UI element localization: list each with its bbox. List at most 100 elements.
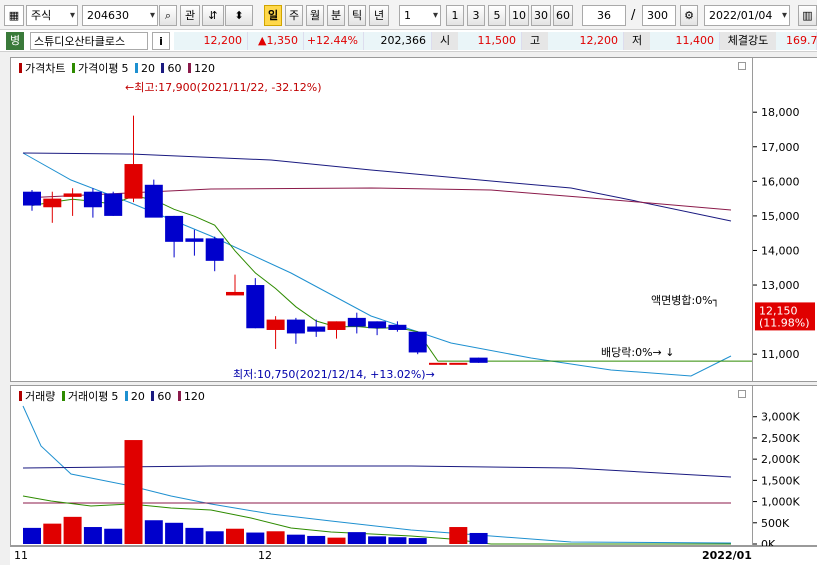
volume-bar-down	[469, 532, 488, 544]
period-year-button[interactable]: 년	[369, 5, 389, 26]
volume-bar-up	[124, 440, 143, 544]
gwan-button[interactable]: 관	[180, 5, 200, 26]
period-minute-button[interactable]: 분	[327, 5, 345, 26]
candle-down	[165, 215, 184, 242]
volume-bar-down	[144, 520, 163, 544]
volume-bar-up	[327, 537, 346, 544]
chart-window: ▦ 주식 204630 ⌕ 관 ⇵ ⬍ 일 주 월 분 틱 년 1 1 3 5 …	[0, 0, 817, 565]
volume-bar-down	[408, 538, 427, 544]
price-tick-label: 13,000	[761, 279, 800, 292]
volume-tick-label: 500K	[761, 517, 790, 530]
volume-bar-up	[63, 516, 82, 544]
volume-plot	[22, 405, 732, 545]
price-tick-label: 14,000	[761, 244, 800, 257]
interval-30-button[interactable]: 30	[531, 5, 551, 26]
volume-chart-panel[interactable]: 거래량 거래이평 5 20 60 120	[10, 385, 753, 546]
candle-up	[43, 198, 62, 208]
settings-icon[interactable]: ⚙	[680, 5, 698, 26]
candle-down	[408, 331, 427, 353]
volume-bar-down	[205, 531, 224, 544]
volume-axis: 3,000K 2,500K 2,000K 1,500K 1,000K 500K 0K	[753, 385, 817, 551]
badge: 병	[6, 32, 24, 50]
market-select[interactable]: 주식	[26, 5, 78, 26]
interval-select[interactable]: 1	[399, 5, 441, 26]
candle-down	[347, 317, 366, 327]
candle-down	[185, 238, 204, 242]
volume: 202,366	[364, 32, 432, 50]
candle-down	[286, 319, 305, 334]
volume-bar-down	[104, 528, 123, 544]
count-slash: /	[631, 8, 636, 23]
volume-bar-down	[23, 527, 41, 544]
group-icon[interactable]: ⇵	[202, 5, 224, 26]
high-annotation: ←최고:17,900(2021/11/22, -32.12%)	[125, 81, 322, 94]
open-price: 11,500	[458, 32, 522, 50]
price-change: ▲1,350	[248, 32, 304, 50]
count-stepper[interactable]: 36	[582, 5, 626, 26]
high-label: 고	[522, 32, 548, 50]
strength-label: 체결강도	[720, 32, 776, 50]
volume-bar-down	[83, 527, 102, 544]
x-label-nov: 11	[14, 549, 28, 562]
interval-5-button[interactable]: 5	[488, 5, 506, 26]
collapse-icon[interactable]: ▦	[4, 5, 24, 26]
volume-bar-down	[165, 522, 184, 544]
volume-bar-down	[185, 527, 204, 544]
candle-down	[246, 285, 265, 329]
dividend-annotation: 배당락:0%→ ↓	[601, 346, 674, 359]
high-price: 12,200	[548, 32, 624, 50]
candle-up	[327, 321, 346, 330]
period-month-button[interactable]: 월	[306, 5, 324, 26]
stock-name[interactable]: 스튜디오산타클로스	[30, 32, 148, 50]
price-tick-label: 11,000	[761, 348, 800, 361]
low-label: 저	[624, 32, 650, 50]
last-price-percent: (11.98%)	[759, 316, 810, 329]
volume-bar-up	[226, 528, 244, 544]
candle-down	[104, 193, 123, 216]
candle-down	[368, 321, 387, 329]
volume-tick-label: 1,500K	[761, 474, 800, 487]
low-price: 11,400	[650, 32, 720, 50]
candle-down	[144, 184, 163, 218]
date-picker[interactable]: 2022/01/04	[704, 5, 790, 26]
volume-bar-down	[246, 532, 265, 544]
stepper-icon[interactable]: ⬍	[225, 5, 253, 26]
volume-tick-label: 2,000K	[761, 453, 800, 466]
change-percent: +12.44%	[304, 32, 364, 50]
volume-bar-down	[307, 535, 326, 544]
volume-tick-label: 1,000K	[761, 496, 800, 509]
period-tick-button[interactable]: 틱	[348, 5, 366, 26]
interval-1-button[interactable]: 1	[446, 5, 464, 26]
candle-up	[266, 319, 285, 330]
x-label-jan: 2022/01	[702, 549, 752, 562]
quote-bar: 병 스튜디오산타클로스 i 12,200 ▲1,350 +12.44% 202,…	[0, 30, 817, 52]
code-input[interactable]: 204630	[82, 5, 158, 26]
candle-down	[469, 357, 488, 363]
candle-up	[449, 362, 468, 365]
date-axis: 11 12 2022/01	[10, 546, 817, 565]
info-icon[interactable]: i	[152, 32, 170, 50]
left-gutter	[0, 57, 10, 546]
total-input[interactable]: 300	[642, 5, 676, 26]
candle-down	[388, 324, 407, 330]
search-icon[interactable]: ⌕	[159, 5, 177, 26]
chart-icon[interactable]: ▥	[798, 5, 817, 26]
price-tick-label: 16,000	[761, 175, 800, 188]
low-annotation: 최저:10,750(2021/12/14, +13.02%)→	[233, 368, 435, 381]
volume-axis-ticks: 3,000K2,500K2,000K1,500K1,000K500K0K	[753, 411, 800, 551]
period-day-button[interactable]: 일	[264, 5, 282, 26]
period-week-button[interactable]: 주	[285, 5, 303, 26]
volume-bar-down	[347, 532, 366, 544]
interval-10-button[interactable]: 10	[509, 5, 529, 26]
price-plot: ←최고:17,900(2021/11/22, -32.12%) 최저:10,750…	[22, 81, 752, 381]
candle-down	[205, 238, 224, 261]
price-chart-panel[interactable]: 가격차트 가격이평 5 20 60 120 ←최고:17,900(2021/11/…	[10, 57, 753, 382]
interval-3-button[interactable]: 3	[467, 5, 485, 26]
volume-bar-down	[286, 534, 305, 544]
ma5-line	[31, 195, 752, 362]
candle-down	[307, 326, 326, 332]
split-annotation: 액면병합:0%┐	[651, 294, 719, 307]
open-label: 시	[432, 32, 458, 50]
interval-60-button[interactable]: 60	[553, 5, 573, 26]
price-axis: 18,000 17,000 16,000 15,000 14,000 13,000 11,0…	[753, 57, 817, 382]
